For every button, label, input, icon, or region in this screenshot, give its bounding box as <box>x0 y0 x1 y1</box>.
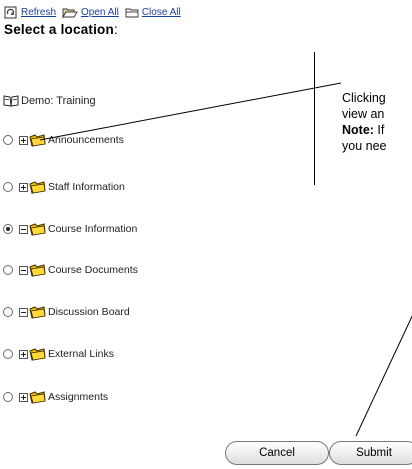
callout-line-3: Note: If <box>342 122 412 138</box>
callout-line-2: view an <box>342 107 385 121</box>
callout-pointer-lines <box>39 82 412 437</box>
callout-line-3-rest: If <box>373 123 385 137</box>
submit-button[interactable]: Submit <box>329 441 412 465</box>
callout-line-4: you nee <box>342 139 387 153</box>
cancel-button[interactable]: Cancel <box>225 441 329 465</box>
callout-pointer-to-item <box>39 82 342 141</box>
callout-pointer-to-submit <box>355 315 412 437</box>
callout-note-label: Note: <box>342 123 374 137</box>
callout-line-1: Clicking <box>342 91 386 105</box>
callout-text: Clicking view an Note: If you nee <box>342 90 412 154</box>
